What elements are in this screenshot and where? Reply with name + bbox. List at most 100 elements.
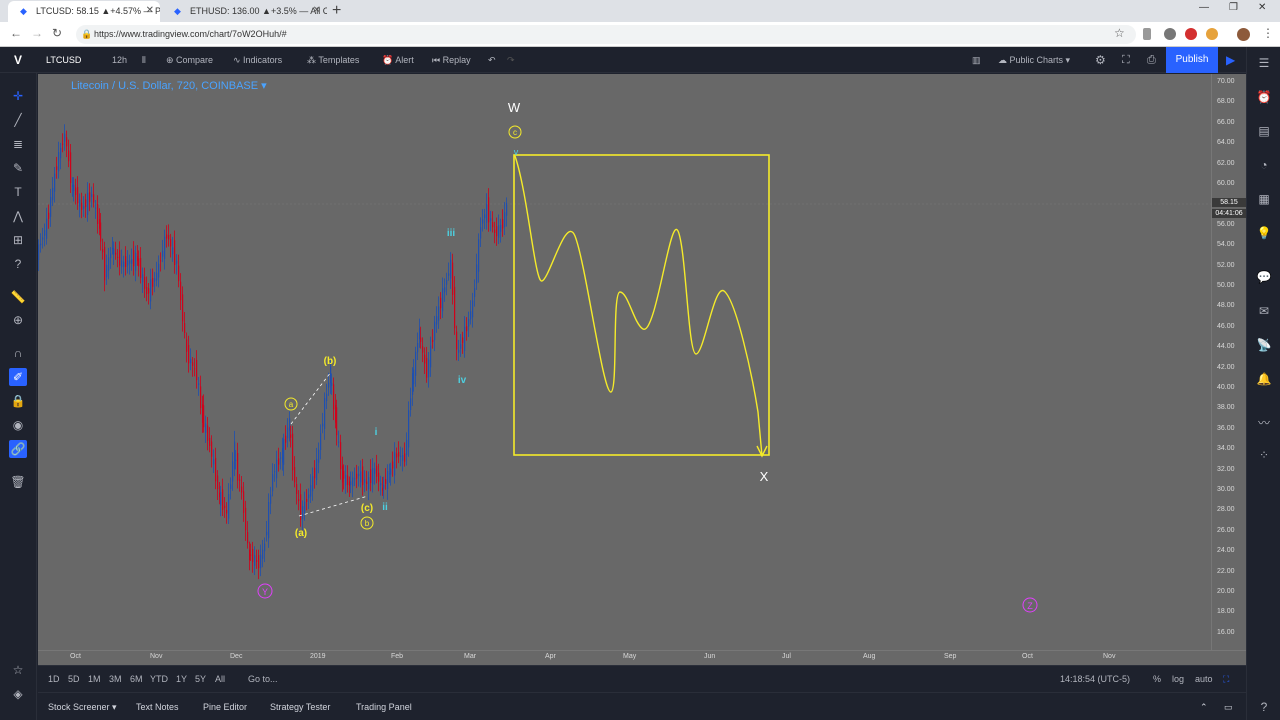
calendar-icon[interactable]: ▦	[1256, 191, 1272, 207]
extension-icon[interactable]	[1164, 28, 1176, 40]
public-charts-button[interactable]: ☁ Public Charts ▾	[998, 47, 1070, 73]
fit-screen-icon[interactable]: ⛶	[1223, 674, 1229, 685]
tv-logo-icon[interactable]: V	[7, 47, 29, 73]
trash-icon[interactable]: 🗑	[9, 473, 27, 491]
tab-pine-editor[interactable]: Pine Editor	[203, 702, 247, 712]
zoom-in-icon[interactable]: ⊕	[9, 311, 27, 329]
url-field[interactable]: 🔒 https://www.tradingview.com/chart/7oW2…	[76, 25, 1136, 44]
prediction-icon[interactable]: ⊞	[9, 231, 27, 249]
browser-tab-ethusd[interactable]: ◆ ETHUSD: 136.00 ▲+3.5% — All C ✕	[162, 1, 327, 22]
price-axis[interactable]: 70.0068.0066.0064.0062.0060.0058.0056.00…	[1211, 74, 1246, 650]
maximize-panel-icon[interactable]: ▭	[1224, 702, 1233, 713]
camera-icon[interactable]: ⎙	[1147, 47, 1156, 73]
notifications-icon[interactable]: 🔔	[1256, 371, 1272, 387]
order-panel-icon[interactable]: 〰	[1256, 415, 1272, 431]
candle-body	[387, 470, 389, 490]
minimize-icon[interactable]: —	[1199, 2, 1209, 13]
templates-button[interactable]: ⁂ Templates	[307, 47, 359, 73]
collapse-icon[interactable]: ⌃	[1200, 702, 1208, 713]
replay-button[interactable]: ⏮ Replay	[432, 47, 471, 73]
time-axis[interactable]: Oct Nov Dec 2019 Feb Mar Apr May Jun Jul Aug Sep Oct…	[38, 650, 1246, 665]
magnet-icon[interactable]: ∩	[9, 344, 27, 362]
eye-icon[interactable]: ◉	[9, 416, 27, 434]
chart-legend[interactable]: Litecoin / U.S. Dollar, 720, COINBASE ▾	[71, 79, 267, 92]
log-toggle[interactable]: log	[1172, 674, 1184, 684]
streams-icon[interactable]: 📡	[1256, 337, 1272, 353]
auto-toggle[interactable]: auto	[1195, 674, 1213, 684]
hotlist-icon[interactable]: ◔	[1256, 157, 1272, 173]
stay-in-drawing-icon[interactable]: ✐	[9, 368, 27, 386]
browser-tab-ltcusd[interactable]: ◆ LTCUSD: 58.15 ▲+4.57% — Publ ✕	[8, 1, 160, 22]
star-icon[interactable]: ☆	[1114, 26, 1125, 40]
indicators-label: Indicators	[243, 55, 283, 65]
dom-icon[interactable]: ⁘	[1256, 447, 1272, 463]
browser-menu-icon[interactable]: ⋮	[1262, 26, 1274, 40]
help-icon[interactable]: ?	[9, 255, 27, 273]
crosshair-icon[interactable]: ✛	[9, 87, 27, 105]
symbol-search[interactable]: LTCUSD	[46, 47, 81, 73]
range-3m[interactable]: 3M	[109, 674, 122, 684]
range-all[interactable]: All	[215, 674, 225, 684]
text-icon[interactable]: T	[9, 183, 27, 201]
maximize-icon[interactable]: ❐	[1229, 2, 1238, 13]
play-icon[interactable]: ▶	[1226, 47, 1235, 73]
extension-icon[interactable]	[1143, 28, 1151, 40]
fullscreen-icon[interactable]: ⛶	[1122, 47, 1130, 73]
layout-icon[interactable]: ▥	[972, 47, 981, 73]
close-window-icon[interactable]: ✕	[1258, 2, 1266, 13]
candle-body	[318, 449, 320, 463]
indicators-button[interactable]: ∿ Indicators	[233, 47, 282, 73]
brush-icon[interactable]: ✎	[9, 159, 27, 177]
forward-icon[interactable]: →	[31, 26, 43, 40]
tab-trading-panel[interactable]: Trading Panel	[356, 702, 412, 712]
watchlist-icon[interactable]: ☰	[1256, 55, 1272, 71]
back-icon[interactable]: ←	[10, 26, 22, 40]
avatar[interactable]	[1237, 28, 1250, 41]
extension-icon[interactable]	[1185, 28, 1197, 40]
range-6m[interactable]: 6M	[130, 674, 143, 684]
publish-button[interactable]: Publish	[1166, 47, 1218, 73]
extension-icon[interactable]	[1206, 28, 1218, 40]
undo-icon[interactable]: ↶	[488, 47, 496, 73]
reload-icon[interactable]: ↻	[52, 26, 62, 40]
range-1d[interactable]: 1D	[48, 674, 60, 684]
fib-icon[interactable]: ≣	[9, 135, 27, 153]
close-icon[interactable]: ✕	[313, 1, 321, 21]
tab-text-notes[interactable]: Text Notes	[136, 702, 179, 712]
close-icon[interactable]: ✕	[146, 1, 154, 21]
settings-icon[interactable]: ⚙	[1095, 47, 1106, 73]
messages-icon[interactable]: ✉	[1256, 303, 1272, 319]
chats-icon[interactable]: 💬	[1256, 269, 1272, 285]
compare-button[interactable]: ⊕ Compare	[166, 47, 213, 73]
new-tab-button[interactable]: +	[332, 1, 341, 21]
tab-strategy-tester[interactable]: Strategy Tester	[270, 702, 330, 712]
price-chart[interactable]: W X c v iii iv i ii (b) (a) (c) a b Y Z	[38, 74, 1211, 650]
trend-line-icon[interactable]: ╱	[9, 111, 27, 129]
alert-button[interactable]: ⏰ Alert	[382, 47, 414, 73]
goto-button[interactable]: Go to...	[248, 674, 278, 684]
chart-type-icon[interactable]: ⫴	[142, 47, 146, 73]
link-icon[interactable]: 🔗	[9, 440, 27, 458]
data-window-icon[interactable]: ▤	[1256, 123, 1272, 139]
range-1m[interactable]: 1M	[88, 674, 101, 684]
favorites-star-icon[interactable]: ☆	[9, 661, 27, 679]
alerts-icon[interactable]: ⏰	[1256, 89, 1272, 105]
lock-drawings-icon[interactable]: 🔒	[9, 392, 27, 410]
candle-body	[56, 166, 58, 170]
chart-pane[interactable]: W X c v iii iv i ii (b) (a) (c) a b Y Z …	[38, 74, 1246, 650]
pattern-icon[interactable]: ⋀	[9, 207, 27, 225]
range-5y[interactable]: 5Y	[195, 674, 206, 684]
range-5d[interactable]: 5D	[68, 674, 80, 684]
layers-icon[interactable]: ◈	[9, 685, 27, 703]
candle-body	[502, 219, 504, 229]
help-circle-icon[interactable]: ?	[1256, 699, 1272, 715]
tab-stock-screener[interactable]: Stock Screener ▾	[48, 702, 117, 713]
ruler-icon[interactable]: 📏	[9, 288, 27, 306]
percent-toggle[interactable]: %	[1153, 674, 1161, 684]
range-ytd[interactable]: YTD	[150, 674, 168, 684]
ideas-icon[interactable]: 💡	[1256, 225, 1272, 241]
range-1y[interactable]: 1Y	[176, 674, 187, 684]
clock[interactable]: 14:18:54 (UTC-5)	[1060, 674, 1130, 684]
redo-icon[interactable]: ↷	[507, 47, 515, 73]
interval-button[interactable]: 12h	[112, 47, 127, 73]
